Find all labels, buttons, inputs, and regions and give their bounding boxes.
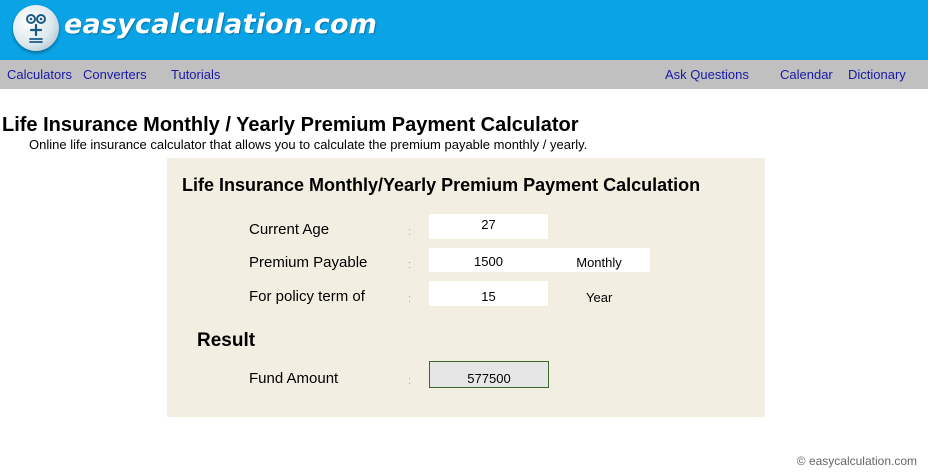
- main-navbar: Calculators Converters Tutorials Ask Que…: [0, 60, 928, 89]
- copyright-text: © easycalculation.com: [796, 454, 917, 468]
- nav-calculators[interactable]: Calculators: [7, 67, 72, 82]
- result-heading: Result: [197, 330, 256, 351]
- policy-term-colon: :: [408, 293, 412, 305]
- nav-calendar[interactable]: Calendar: [780, 67, 833, 82]
- logo-icon[interactable]: [13, 5, 59, 51]
- page-description: Online life insurance calculator that al…: [29, 137, 588, 152]
- premium-payable-colon: :: [408, 259, 412, 271]
- current-age-input[interactable]: 27: [429, 214, 548, 239]
- logo-text[interactable]: easycalculation.com: [64, 9, 377, 40]
- nav-dictionary[interactable]: Dictionary: [848, 67, 906, 82]
- calculator-panel: Life Insurance Monthly/Yearly Premium Pa…: [167, 158, 765, 417]
- fund-amount-label: Fund Amount: [249, 370, 339, 387]
- nav-converters[interactable]: Converters: [83, 67, 147, 82]
- nav-ask-questions[interactable]: Ask Questions: [665, 67, 749, 82]
- premium-payable-label: Premium Payable: [249, 254, 368, 271]
- page-title: Life Insurance Monthly / Yearly Premium …: [2, 114, 579, 136]
- policy-term-input[interactable]: 15: [429, 281, 548, 306]
- calculator-title: Life Insurance Monthly/Yearly Premium Pa…: [182, 175, 701, 195]
- site-header: easycalculation.com: [0, 0, 928, 60]
- fund-amount-output[interactable]: 577500: [429, 361, 549, 388]
- premium-payable-input[interactable]: 1500: [429, 248, 548, 272]
- policy-term-label: For policy term of: [249, 288, 365, 305]
- current-age-colon: :: [408, 226, 412, 238]
- nav-tutorials[interactable]: Tutorials: [171, 67, 220, 82]
- policy-term-unit: Year: [586, 290, 613, 305]
- premium-frequency-select[interactable]: Monthly: [548, 248, 650, 272]
- fund-amount-colon: :: [408, 375, 412, 387]
- current-age-label: Current Age: [249, 221, 330, 238]
